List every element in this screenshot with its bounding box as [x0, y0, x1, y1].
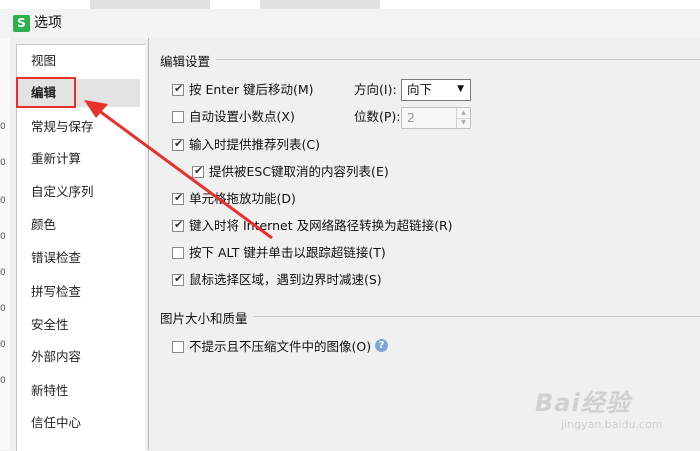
highlight-box — [16, 77, 76, 108]
section-title-image-quality: 图片大小和质量 — [160, 308, 254, 327]
sidebar-item-external-content[interactable]: 外部内容 — [17, 343, 140, 371]
direction-label: 方向(I): — [354, 82, 397, 97]
alt-click-link-checkbox[interactable] — [172, 247, 184, 259]
sidebar-item-custom-lists[interactable]: 自定义序列 — [17, 178, 140, 206]
edge-digit: 0 — [0, 376, 6, 386]
sidebar-item-color[interactable]: 颜色 — [17, 211, 140, 239]
window-title: 选项 — [34, 15, 62, 31]
dropdown-arrow-icon: ▼ — [457, 84, 464, 94]
background-strip — [0, 0, 700, 9]
autocomplete-list-checkbox[interactable] — [172, 137, 184, 151]
edge-digit: 0 — [0, 158, 6, 168]
sidebar-item-spell-check[interactable]: 拼写检查 — [17, 278, 140, 306]
autocomplete-list-label: 输入时提供推荐列表(C) — [189, 137, 320, 152]
app-icon: S — [13, 15, 30, 32]
auto-decimal-label: 自动设置小数点(X) — [189, 109, 295, 124]
esc-cancel-list-label: 提供被ESC键取消的内容列表(E) — [209, 164, 389, 179]
no-compress-checkbox[interactable] — [172, 341, 184, 353]
edge-digit: 0 — [0, 268, 6, 278]
move-after-enter-label: 按 Enter 键后移动(M) — [189, 82, 314, 97]
title-bar: S 选项 — [0, 0, 700, 38]
background-sheet-edge: 0 0 0 0 0 0 0 0 — [0, 38, 10, 450]
sidebar-item-trust-center[interactable]: 信任中心 — [17, 409, 140, 437]
section-divider — [160, 59, 700, 60]
drag-drop-label: 单元格拖放功能(D) — [189, 191, 296, 206]
sidebar-item-error-check[interactable]: 错误检查 — [17, 244, 140, 272]
drag-drop-checkbox[interactable] — [172, 191, 184, 205]
mouse-slowdown-checkbox[interactable] — [172, 272, 184, 286]
spinner-buttons: ▲ ▼ — [456, 108, 470, 128]
watermark-logo: Bai经验 — [535, 389, 631, 417]
edge-digit: 0 — [0, 232, 6, 242]
move-after-enter-checkbox[interactable] — [172, 82, 184, 96]
alt-click-link-label: 按下 ALT 键并单击以跟踪超链接(T) — [189, 245, 386, 260]
sidebar-item-security[interactable]: 安全性 — [17, 311, 140, 339]
edge-digit: 0 — [0, 122, 6, 132]
no-compress-label: 不提示且不压缩文件中的图像(O) — [189, 339, 372, 354]
auto-decimal-checkbox[interactable] — [172, 111, 184, 123]
internet-hyperlink-label: 键入时将 Internet 及网络路径转换为超链接(R) — [189, 218, 453, 233]
places-spinner[interactable]: 2 ▲ ▼ — [401, 107, 471, 129]
section-title-edit-settings: 编辑设置 — [160, 51, 217, 70]
edge-digit: 0 — [0, 304, 6, 314]
places-value: 2 — [407, 110, 415, 125]
mouse-slowdown-label: 鼠标选择区域，遇到边界时减速(S) — [189, 272, 382, 287]
sidebar-item-general-save[interactable]: 常规与保存 — [17, 113, 140, 141]
sidebar-item-recalculate[interactable]: 重新计算 — [17, 145, 140, 173]
sidebar-item-view[interactable]: 视图 — [17, 47, 140, 75]
direction-select[interactable]: 向下 ▼ — [401, 79, 471, 101]
spinner-down-icon[interactable]: ▼ — [457, 118, 470, 128]
places-label: 位数(P): — [354, 109, 401, 124]
edge-digit: 0 — [0, 196, 6, 206]
internet-hyperlink-checkbox[interactable] — [172, 218, 184, 232]
direction-value: 向下 — [407, 82, 433, 97]
esc-cancel-list-checkbox[interactable] — [192, 164, 204, 178]
edge-digit: 0 — [0, 340, 6, 350]
sidebar-item-new-features[interactable]: 新特性 — [17, 377, 140, 405]
watermark-url: jingyan.baidu.com — [561, 418, 663, 431]
help-icon[interactable]: ? — [375, 339, 388, 352]
